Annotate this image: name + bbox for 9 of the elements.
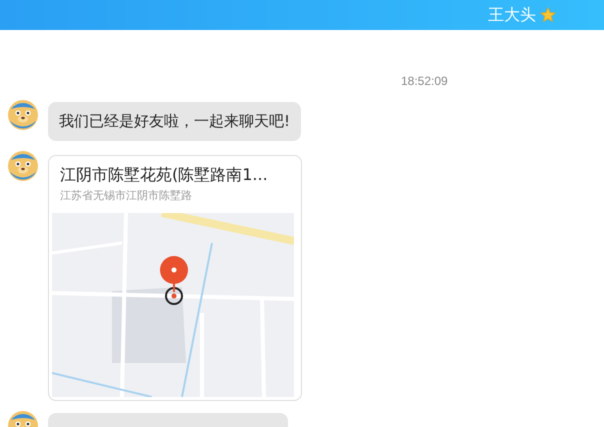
message-bubble: 我们已经是好友啦，一起来聊天吧! [48,102,302,141]
contact-name: 王大头 [488,4,536,26]
location-title: 江阴市陈墅花苑(陈墅路南1... [59,164,269,186]
location-address: 江苏省无锡市江阴市陈墅路 [59,188,193,203]
star-icon [540,7,556,23]
location-card[interactable]: 江阴市陈墅花苑(陈墅路南1... 江苏省无锡市江阴市陈墅路 [48,155,302,401]
message-time: 18:52:09 [401,74,448,88]
avatar-icon[interactable] [8,100,38,130]
avatar-icon[interactable] [8,151,38,181]
